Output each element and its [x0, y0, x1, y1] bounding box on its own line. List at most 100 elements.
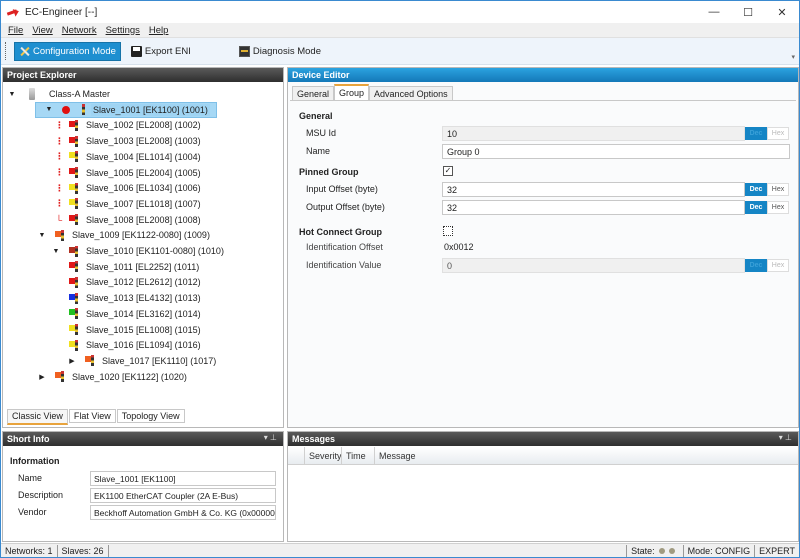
collapse-arrow-icon[interactable]: ▼	[44, 106, 54, 113]
state-indicator: State:	[626, 545, 683, 557]
collapse-arrow-icon[interactable]: ▼	[37, 232, 47, 239]
menu-file[interactable]: File	[8, 25, 23, 36]
device-icon	[69, 167, 79, 178]
tree-item-label: Slave_1015 [EL1008] (1015)	[86, 324, 201, 335]
tree-item[interactable]: ⋮ Slave_1004 [EL1014] (1004)	[55, 149, 203, 165]
tab-general[interactable]: General	[292, 86, 335, 101]
tree-item[interactable]: Slave_1011 [EL2252] (1011)	[69, 259, 201, 275]
group-name-field[interactable]: Group 0	[442, 144, 790, 159]
tree-item[interactable]: ⋮ Slave_1005 [EL2004] (1005)	[55, 165, 203, 181]
menu-network[interactable]: Network	[62, 25, 97, 36]
hex-button[interactable]: Hex	[767, 201, 789, 214]
tree-item[interactable]: ⋮ Slave_1006 [EL1034] (1006)	[55, 180, 203, 196]
panel-dropdown-icon[interactable]: ▾	[264, 433, 268, 442]
tree-item[interactable]: ⋮ Slave_1002 [EL2008] (1002)	[55, 117, 203, 133]
tree-item[interactable]: └ Slave_1008 [EL2008] (1008)	[55, 212, 203, 228]
hex-button[interactable]: Hex	[767, 183, 789, 196]
close-button[interactable]: ✕	[765, 1, 799, 23]
save-icon	[130, 45, 142, 57]
tree-item[interactable]: ⋮ Slave_1003 [EL2008] (1003)	[55, 133, 203, 149]
configuration-mode-button[interactable]: Configuration Mode	[14, 41, 121, 61]
tab-group[interactable]: Group	[334, 84, 370, 101]
dec-button[interactable]: Dec	[745, 183, 767, 196]
tree-item-selected[interactable]: ▼ Slave_1001 [EK1100] (1001)	[35, 101, 217, 118]
tree-item[interactable]: Slave_1012 [EL2612] (1012)	[69, 274, 203, 290]
device-icon	[69, 292, 79, 304]
minimize-button[interactable]: —	[697, 1, 731, 23]
maximize-button[interactable]: ☐	[731, 1, 765, 23]
device-icon	[69, 308, 79, 320]
pinned-group-checkbox[interactable]: ✓	[443, 166, 453, 176]
state-led-icon	[658, 548, 665, 554]
toolbar: Configuration Mode Export ENI Diagnosis …	[1, 38, 799, 65]
messages-title: Messages	[292, 434, 336, 444]
panel-dropdown-icon[interactable]: ▾	[779, 433, 783, 442]
menu-help[interactable]: Help	[149, 25, 169, 36]
warning-status-icon: ⋮	[55, 182, 64, 193]
tab-classic-view[interactable]: Classic View	[7, 409, 68, 425]
column-severity[interactable]: Severity	[304, 446, 342, 465]
tree-item-master[interactable]: ▼ Class-A Master	[7, 86, 112, 102]
hot-connect-group-checkbox[interactable]	[443, 226, 453, 236]
pinned-group-title: Pinned Group	[299, 167, 359, 177]
tree-item[interactable]: ▼ Slave_1009 [EK1122-0080] (1009)	[37, 227, 212, 243]
tree-item[interactable]: Slave_1014 [EL3162] (1014)	[69, 306, 203, 322]
expand-arrow-icon[interactable]: ▶	[37, 373, 47, 381]
menu-view[interactable]: View	[32, 25, 52, 36]
tree-item-label: Slave_1017 [EK1110] (1017)	[102, 355, 217, 366]
device-icon	[69, 119, 79, 131]
tree-item-label: Slave_1012 [EL2612] (1012)	[86, 277, 201, 288]
input-offset-field[interactable]: 32	[442, 182, 745, 197]
device-icon	[69, 261, 79, 273]
expand-arrow-icon[interactable]: ▶	[67, 357, 77, 365]
input-offset-label: Input Offset (byte)	[306, 184, 378, 194]
short-info-panel: Short Info ▾ ⊥ Information Name Slave_10…	[2, 431, 284, 542]
output-offset-field[interactable]: 32	[442, 200, 745, 215]
tree-item-label: Slave_1002 [EL2008] (1002)	[86, 120, 201, 131]
general-section-title: General	[299, 111, 333, 121]
tree-item[interactable]: Slave_1016 [EL1094] (1016)	[69, 337, 203, 353]
column-message[interactable]: Message	[374, 446, 798, 465]
project-explorer-title: Project Explorer	[7, 70, 77, 80]
tree-item[interactable]: ▶ Slave_1017 [EK1110] (1017)	[67, 353, 218, 369]
vendor-field[interactable]: Beckhoff Automation GmbH & Co. KG (0x000…	[90, 505, 276, 520]
toolbar-grip[interactable]	[5, 42, 8, 60]
tree-item-label: Slave_1020 [EK1122] (1020)	[72, 371, 187, 382]
export-eni-button[interactable]: Export ENI	[127, 42, 195, 61]
tab-flat-view[interactable]: Flat View	[68, 409, 116, 423]
tree-item-label: Slave_1008 [EL2008] (1008)	[86, 214, 201, 225]
menu-settings[interactable]: Settings	[106, 25, 140, 36]
collapse-arrow-icon[interactable]: ▼	[7, 91, 17, 98]
tree-item[interactable]: ▼ Slave_1010 [EK1101-0080] (1010)	[51, 243, 226, 259]
diagnosis-mode-button[interactable]: Diagnosis Mode	[235, 42, 325, 61]
dec-button[interactable]: Dec	[745, 201, 767, 214]
toolbar-overflow-icon[interactable]: ▾	[791, 53, 795, 61]
device-icon	[69, 182, 79, 194]
device-icon	[55, 229, 65, 241]
tab-advanced-options[interactable]: Advanced Options	[369, 86, 453, 101]
tree-item[interactable]: Slave_1015 [EL1008] (1015)	[69, 322, 203, 338]
error-status-icon	[62, 105, 70, 114]
tree-item[interactable]: ▶ Slave_1020 [EK1122] (1020)	[37, 369, 189, 385]
user-level-indicator: EXPERT	[754, 545, 799, 557]
vendor-label: Vendor	[18, 507, 47, 517]
collapse-arrow-icon[interactable]: ▼	[51, 248, 61, 255]
warning-status-icon: ⋮	[55, 198, 64, 209]
tree-item[interactable]: Slave_1013 [EL4132] (1013)	[69, 290, 203, 306]
pin-icon[interactable]: ⊥	[785, 433, 792, 442]
name-field[interactable]: Slave_1001 [EK1100]	[90, 471, 276, 486]
device-editor-header: Device Editor	[288, 68, 798, 82]
device-editor-tabs: General Group Advanced Options	[292, 84, 453, 101]
tree-item[interactable]: ⋮ Slave_1007 [EL1018] (1007)	[55, 196, 203, 212]
messages-panel: Messages ▾ ⊥ Severity Time Message	[287, 431, 799, 542]
description-field[interactable]: EK1100 EtherCAT Coupler (2A E-Bus)	[90, 488, 276, 503]
tab-topology-view[interactable]: Topology View	[116, 409, 185, 423]
name-label: Name	[306, 146, 331, 156]
hex-button: Hex	[767, 127, 789, 140]
warning-status-icon: ⋮	[55, 167, 64, 177]
identification-value-field: 0	[442, 258, 745, 273]
column-time[interactable]: Time	[341, 446, 374, 465]
pin-icon[interactable]: ⊥	[270, 433, 277, 442]
tools-icon	[19, 46, 30, 57]
msu-id-field: 10	[442, 126, 745, 141]
